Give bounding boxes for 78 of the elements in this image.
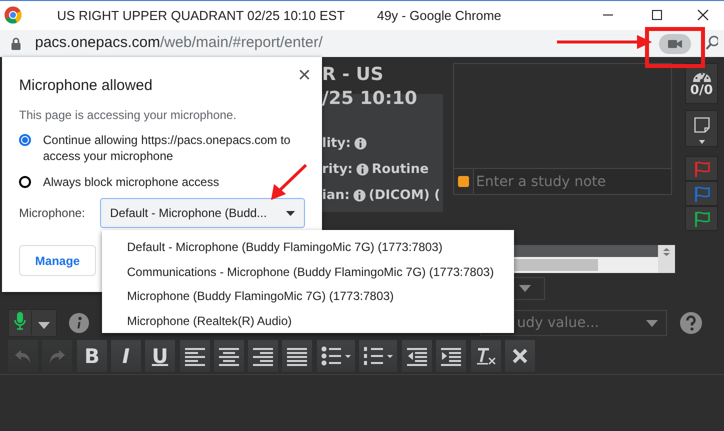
align-left-button[interactable] (180, 340, 210, 372)
info-icon (352, 188, 366, 202)
microphone-select[interactable]: Default - Microphone (Budd... (100, 198, 306, 228)
annotation-arrow (270, 164, 308, 200)
radio-button[interactable] (19, 176, 31, 188)
microphone-button[interactable] (8, 309, 57, 337)
caret-icon (519, 285, 531, 292)
field-value: (DICOM) ( (368, 188, 440, 202)
caret-icon (38, 322, 50, 328)
popup-description: This page is accessing your microphone. (19, 108, 238, 122)
maximize-icon (651, 9, 663, 21)
zoom-icon (706, 35, 718, 51)
help-icon (680, 312, 702, 334)
remove-icon (512, 348, 528, 364)
field-label: lity: (322, 136, 351, 150)
option-label[interactable]: Always block microphone access (43, 174, 220, 190)
menu-item[interactable]: Communications - Microphone (Buddy FlamingoMic 7G) (1773:7803) (102, 260, 514, 284)
circle-logo-icon (4, 6, 22, 24)
menu-item[interactable]: Default - Microphone (Buddy FlamingoMic 7G) (1773:7803) (102, 235, 514, 260)
field-value: Routine (372, 162, 429, 176)
indent-icon (441, 346, 461, 366)
outdent-button[interactable] (402, 340, 432, 372)
numbered-list-button[interactable] (359, 340, 397, 372)
option-label[interactable]: Continue allowing https://pacs.onepacs.com to access your microphone (43, 132, 306, 164)
radio-button[interactable] (19, 134, 31, 146)
report-title: R - US (322, 63, 384, 87)
spinner-icon (658, 245, 675, 273)
clear-format-icon (476, 346, 496, 366)
bullet-list-icon (321, 346, 351, 366)
note-button[interactable] (685, 110, 718, 147)
report-title: /25 10:10 (322, 87, 418, 111)
justify-button[interactable] (282, 340, 312, 372)
italic-button[interactable]: I (111, 340, 141, 372)
window-title: US RIGHT UPPER QUADRANT 02/25 10:10 EST (57, 8, 345, 23)
close-icon (697, 9, 709, 21)
microphone-label: Microphone: (19, 206, 86, 220)
caret-icon (286, 210, 296, 216)
outdent-icon (407, 346, 427, 366)
menu-item[interactable]: Microphone (Buddy FlamingoMic 7G) (1773:7803) (102, 284, 514, 308)
undo-icon (14, 347, 32, 365)
flag-button[interactable] (685, 156, 718, 181)
justify-icon (287, 346, 307, 366)
info-icon (356, 162, 369, 176)
field-label: rity: (322, 162, 353, 176)
clear-format-button[interactable] (471, 340, 501, 372)
remove-button[interactable] (505, 340, 535, 372)
counter-text: 0/0 (690, 83, 713, 98)
align-center-icon (219, 346, 239, 366)
info-icon (354, 136, 367, 150)
info-icon (69, 313, 89, 333)
bold-button[interactable]: B (77, 340, 107, 372)
camera-icon (668, 39, 682, 49)
flag-button[interactable] (685, 206, 718, 231)
popup-title: Microphone allowed (19, 77, 154, 94)
app-title: 49y - Google Chrome (377, 8, 502, 23)
counter-button[interactable]: 0/0 (685, 63, 718, 104)
close-button[interactable]: × (294, 64, 315, 86)
indent-button[interactable] (436, 340, 466, 372)
align-right-icon (253, 346, 273, 366)
redo-icon (48, 347, 66, 365)
priority-square[interactable] (458, 176, 469, 187)
study-note-field[interactable]: Enter a study note (474, 169, 671, 194)
field-label: ian: (322, 188, 350, 202)
flag-button[interactable] (685, 181, 718, 206)
underline-button[interactable]: U (145, 340, 175, 372)
note-icon (694, 117, 710, 133)
caret-icon (698, 140, 704, 144)
lock-icon (11, 37, 21, 50)
bullet-list-button[interactable] (317, 340, 355, 372)
caret-icon (646, 320, 658, 326)
camera-button[interactable] (659, 34, 691, 54)
align-right-button[interactable] (248, 340, 278, 372)
numbered-list-icon (363, 346, 393, 366)
highlight-box (645, 27, 705, 68)
manage-button[interactable]: Manage (19, 245, 96, 276)
align-center-button[interactable] (214, 340, 244, 372)
align-left-icon (185, 346, 205, 366)
microphone-icon (14, 312, 26, 330)
